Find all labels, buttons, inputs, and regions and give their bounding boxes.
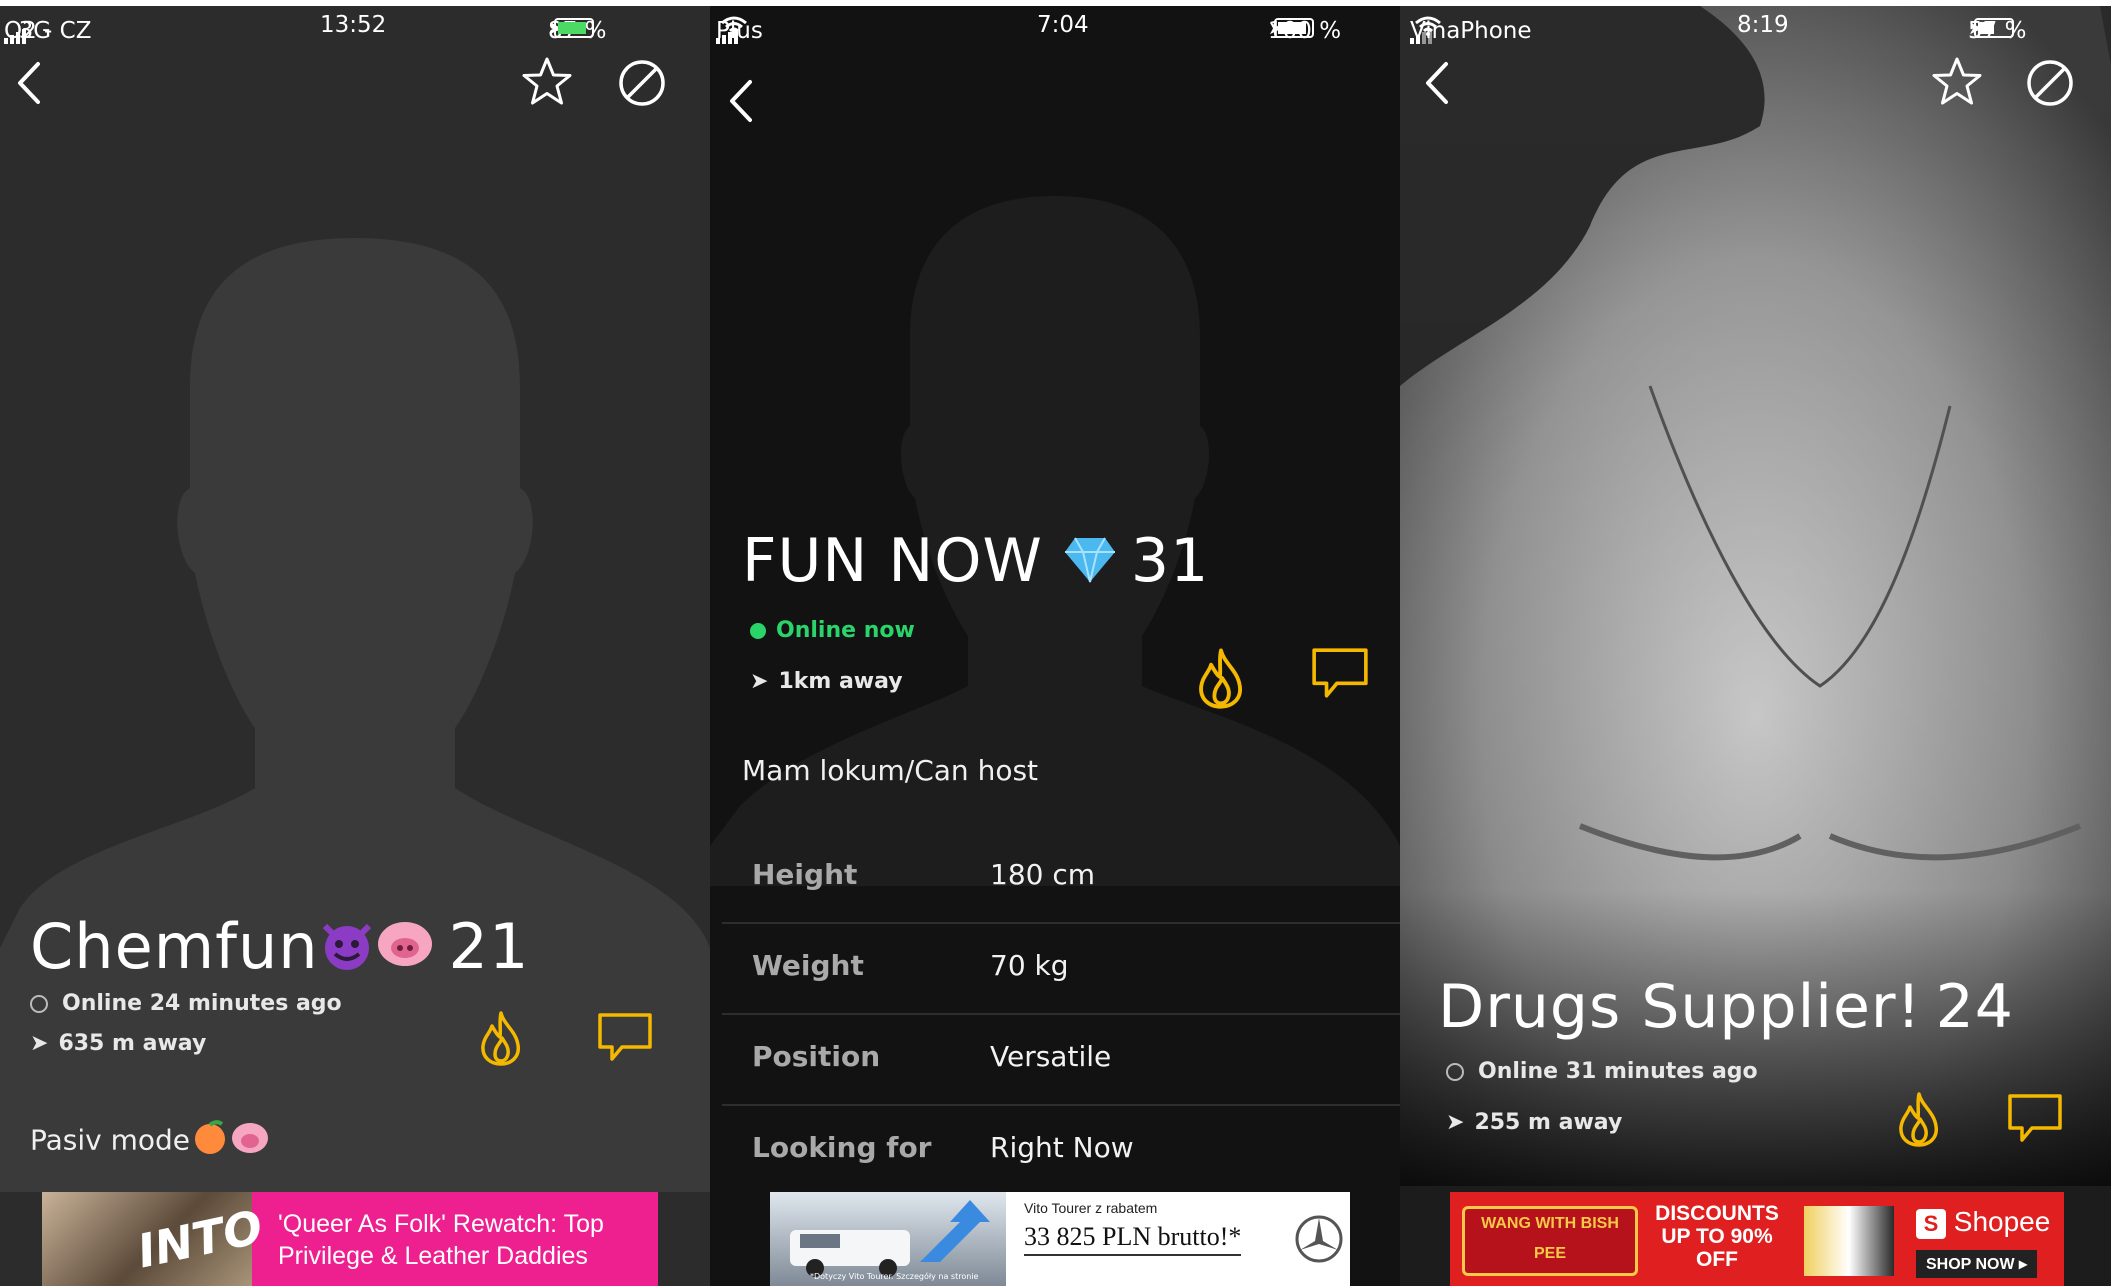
pig-emoji-icon — [230, 1121, 270, 1162]
peach-emoji-icon — [190, 1120, 230, 1163]
diamond-icon — [1063, 529, 1117, 599]
stat-label: Looking for — [752, 1131, 932, 1164]
status-time: 13:52 — [320, 12, 387, 38]
charging-icon: ⚡ — [548, 18, 560, 37]
ad-promo-badge: WANG WITH BISH PEE — [1462, 1206, 1638, 1276]
stat-value: Right Now — [990, 1131, 1134, 1164]
shopee-bag-icon: S — [1916, 1208, 1946, 1239]
stat-value: 70 kg — [990, 949, 1069, 982]
profile-age: 24 — [1935, 972, 2014, 1042]
ad-image: INTO — [42, 1192, 267, 1286]
stat-label: Weight — [752, 949, 864, 982]
offline-dot-icon — [30, 995, 48, 1013]
shopee-logo: S Shopee — [1916, 1206, 2050, 1239]
stat-value: 180 cm — [990, 858, 1096, 891]
battery-icon — [1974, 18, 2014, 38]
stat-row-position: Position Versatile — [722, 1014, 1400, 1106]
ad-price: 33 825 PLN brutto!* — [1024, 1222, 1242, 1256]
star-icon[interactable] — [1930, 56, 1984, 108]
location-arrow-icon: ➤ — [1446, 1110, 1465, 1135]
ad-headline: 'Queer As Folk' Rewatch: Top Privilege &… — [278, 1210, 604, 1270]
profile-name: Chemfun 21 — [30, 910, 529, 987]
flame-icon[interactable] — [476, 1009, 526, 1067]
profile-age: 31 — [1130, 526, 1210, 596]
mercedes-logo-icon — [1294, 1214, 1344, 1268]
battery-icon — [1274, 18, 1314, 38]
stat-label: Position — [752, 1040, 881, 1073]
status-bar: VinaPhone 8:19 ➤ 57 % — [1400, 6, 2111, 46]
profile-screen-1: O2 - CZ 3G 13:52 ➤ 87 %⚡ Chemfun21 Onlin… — [0, 6, 710, 1286]
stat-row-height: Height 180 cm — [722, 832, 1400, 924]
status-time: 8:19 — [1737, 12, 1789, 38]
status-bar: O2 - CZ 3G 13:52 ➤ 87 %⚡ — [0, 6, 710, 46]
stat-row-looking-for: Looking for Right Now — [722, 1105, 1400, 1195]
devil-emoji-icon — [319, 914, 375, 987]
battery-icon — [554, 18, 594, 38]
chat-icon[interactable] — [2006, 1092, 2064, 1144]
online-status: Online 24 minutes ago — [30, 991, 342, 1016]
ad-brand-logo: INTO — [132, 1199, 268, 1279]
ad-banner[interactable]: *Dotyczy Vito Tourer. Szczegóły na stron… — [770, 1192, 1350, 1286]
carrier-label: VinaPhone — [1410, 18, 1532, 44]
location-arrow-icon: ➤ — [750, 669, 769, 694]
back-icon[interactable] — [1422, 60, 1452, 106]
profile-screen-2: Plus 7:04 ➤ 100 % FUN NOW 31 Online now … — [710, 6, 1400, 1286]
back-icon[interactable] — [726, 78, 756, 124]
flame-icon[interactable] — [1192, 646, 1250, 710]
ad-discount-text: DISCOUNTS UP TO 90% OFF — [1655, 1202, 1779, 1271]
online-status: Online 31 minutes ago — [1446, 1059, 1758, 1084]
profile-bio: Mam lokum/Can host — [742, 754, 1039, 787]
chat-icon[interactable] — [1310, 646, 1370, 700]
block-icon[interactable] — [2025, 58, 2075, 108]
ad-image: *Dotyczy Vito Tourer. Szczegóły na stron… — [770, 1192, 1006, 1286]
online-dot-icon — [750, 623, 766, 639]
stat-label: Height — [752, 858, 858, 891]
offline-dot-icon — [1446, 1063, 1464, 1081]
distance: ➤ 1km away — [750, 669, 903, 694]
shop-now-button[interactable]: SHOP NOW ▸ — [1916, 1250, 2038, 1278]
ad-products-image — [1804, 1206, 1894, 1276]
ad-subline: Vito Tourer z rabatem — [1024, 1200, 1158, 1216]
status-time: 7:04 — [1037, 12, 1089, 38]
back-icon[interactable] — [14, 60, 44, 106]
online-status: Online now — [750, 618, 915, 643]
distance: ➤ 255 m away — [1446, 1110, 1623, 1135]
profile-name: Drugs Supplier! 24 — [1438, 972, 2014, 1042]
profile-bio: Pasiv mode — [30, 1120, 270, 1163]
profile-name: FUN NOW 31 — [742, 526, 1209, 599]
profile-screen-3: VinaPhone 8:19 ➤ 57 % Drugs Supplier! 24 … — [1400, 6, 2111, 1286]
stat-row-weight: Weight 70 kg — [722, 923, 1400, 1015]
star-icon[interactable] — [520, 56, 574, 108]
ad-fineprint: *Dotyczy Vito Tourer. Szczegóły na stron… — [810, 1272, 979, 1281]
pig-emoji-icon — [375, 914, 435, 987]
ad-banner[interactable]: WANG WITH BISH PEE DISCOUNTS UP TO 90% O… — [1450, 1192, 2064, 1286]
status-bar: Plus 7:04 ➤ 100 % — [710, 6, 1400, 46]
location-arrow-icon: ➤ — [30, 1031, 49, 1056]
distance: ➤ 635 m away — [30, 1031, 207, 1056]
flame-icon[interactable] — [1894, 1090, 1944, 1148]
network-label: 3G — [18, 18, 52, 44]
chat-icon[interactable] — [596, 1011, 654, 1063]
ad-banner[interactable]: INTO 'Queer As Folk' Rewatch: Top Privil… — [42, 1192, 658, 1286]
block-icon[interactable] — [617, 58, 667, 108]
ad-brand: Shopee — [1953, 1206, 2051, 1237]
stat-value: Versatile — [990, 1040, 1112, 1073]
profile-age: 21 — [448, 910, 530, 983]
carrier-label: Plus — [716, 18, 763, 44]
